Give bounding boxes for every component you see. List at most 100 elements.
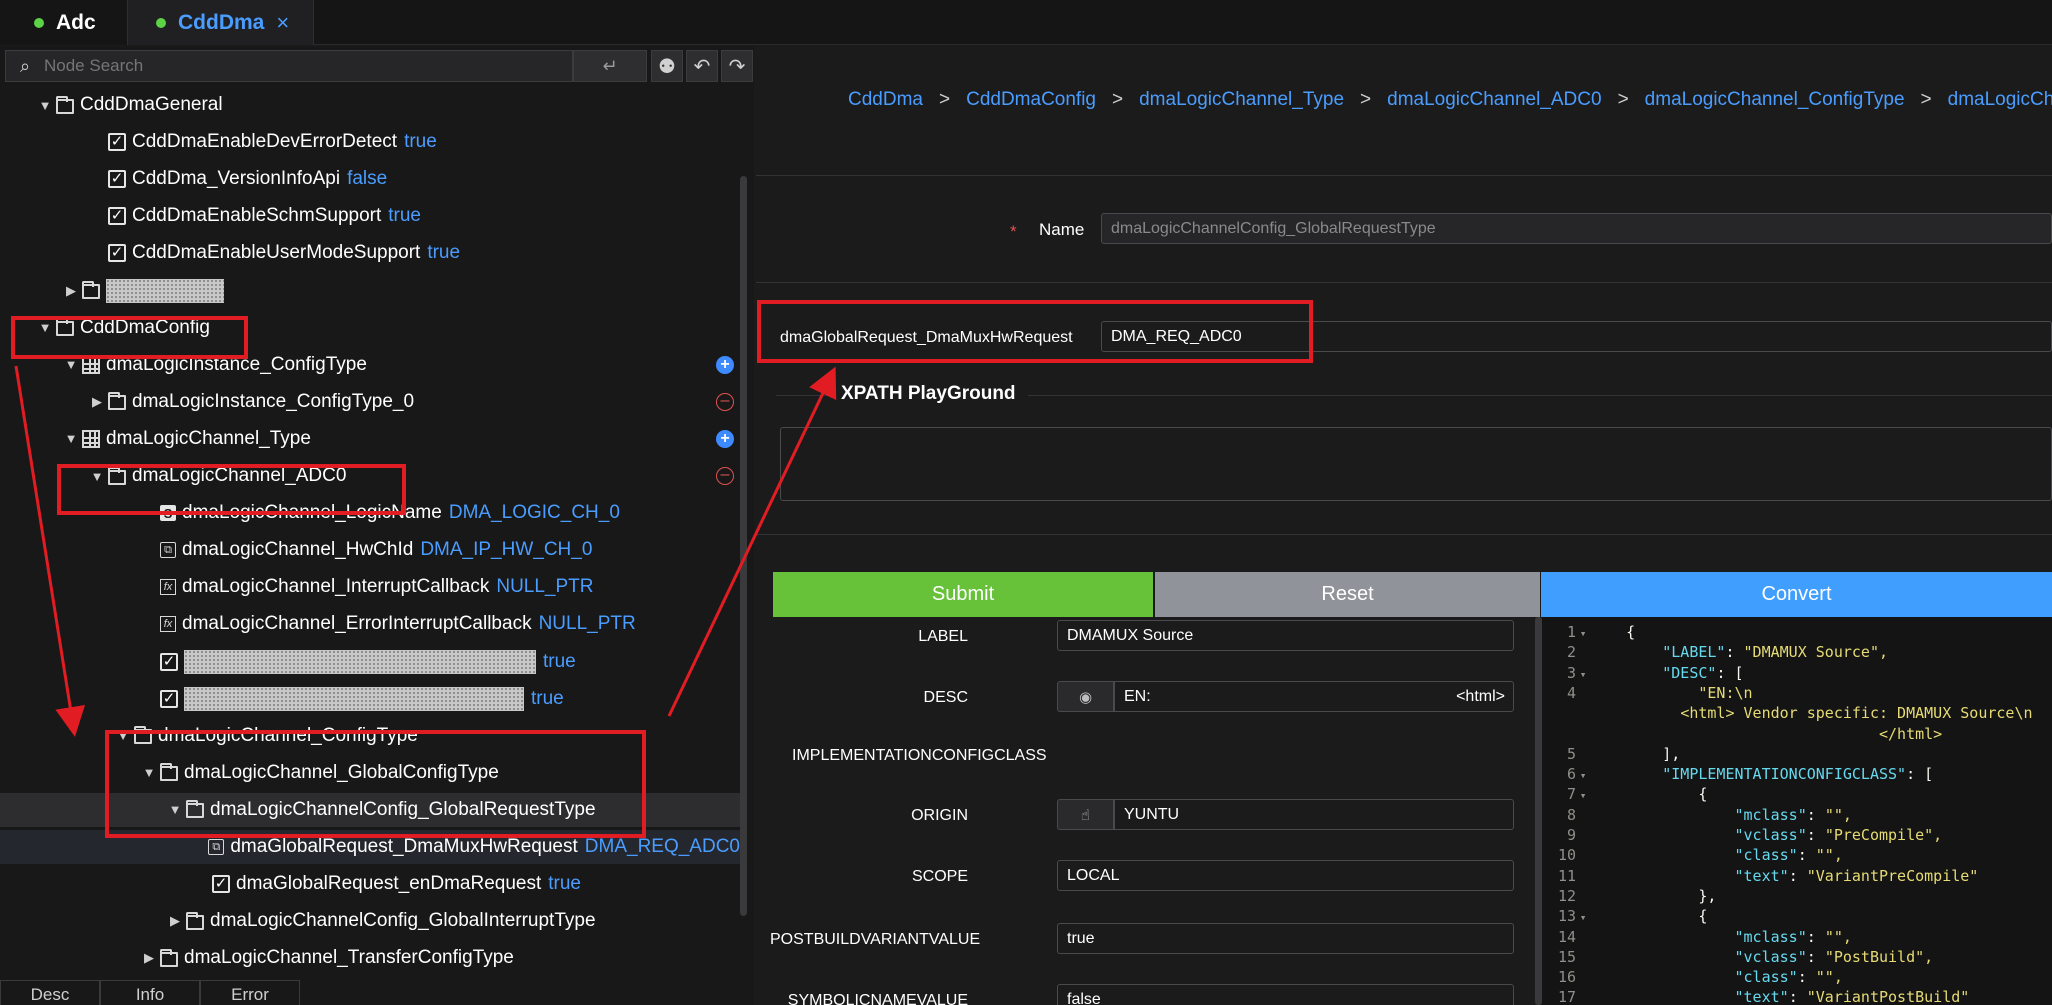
caret-right-icon[interactable]: ▶ bbox=[142, 950, 156, 966]
tree-node[interactable]: fx dmaLogicChannel_ErrorInterruptCallback… bbox=[0, 607, 740, 641]
folder-icon bbox=[56, 318, 74, 337]
remove-node-icon[interactable]: – bbox=[716, 467, 734, 485]
line-number: 7 bbox=[1566, 785, 1576, 804]
caret-down-icon[interactable]: ▼ bbox=[168, 802, 182, 817]
desc-preview-button[interactable]: ◉ bbox=[1057, 681, 1114, 712]
label-prop-name: LABEL bbox=[918, 628, 968, 645]
symbolic-name-prop-field[interactable]: false bbox=[1057, 984, 1514, 1005]
desc-prop-name: DESC bbox=[923, 689, 968, 706]
caret-down-icon[interactable]: ▼ bbox=[64, 431, 78, 446]
fold-toggle-icon[interactable]: ▾ bbox=[1576, 789, 1590, 802]
tree-node[interactable]: ✓ CddDma_VersionInfoApi false bbox=[0, 162, 740, 196]
tree-node[interactable]: ▶ bbox=[0, 274, 740, 308]
tree-node[interactable]: fx dmaLogicChannel_InterruptCallback NULL_… bbox=[0, 570, 740, 604]
tree-node[interactable]: ✓ CddDmaEnableDevErrorDetect true bbox=[0, 125, 740, 159]
tree-node[interactable]: ▶ dmaLogicChannelConfig_GlobalInterruptTy… bbox=[0, 904, 740, 938]
line-number: 8 bbox=[1566, 805, 1576, 824]
caret-down-icon[interactable]: ▼ bbox=[64, 357, 78, 372]
tree-scrollbar[interactable] bbox=[740, 176, 747, 916]
tree-node[interactable]: ✓ dmaGlobalRequest_enDmaRequest true bbox=[0, 867, 740, 901]
folder-icon bbox=[108, 392, 126, 411]
close-tab-icon[interactable]: × bbox=[276, 10, 289, 36]
checkbox-icon[interactable]: ✓ bbox=[108, 170, 126, 189]
tab-adc[interactable]: Adc bbox=[0, 0, 128, 45]
desc-prop-field[interactable]: EN: <html> bbox=[1114, 681, 1514, 712]
dmamux-hw-request-select[interactable]: DMA_REQ_ADC0 bbox=[1101, 321, 2052, 352]
caret-right-icon[interactable]: ▶ bbox=[64, 283, 78, 299]
caret-down-icon[interactable]: ▼ bbox=[90, 469, 104, 484]
remove-node-icon[interactable]: – bbox=[716, 392, 734, 411]
tree-node[interactable]: SdmaLogicChannel_LogicName DMA_LOGIC_CH_0 bbox=[0, 496, 740, 530]
tree-node[interactable]: ✓ CddDmaEnableSchmSupport true bbox=[0, 199, 740, 233]
tab-info[interactable]: Info bbox=[100, 980, 200, 1005]
node-tree-panel: ⌕ ↵ ⚉ ↶ ↷ ▼ CddDmaGeneral ✓ CddDmaEnableDev… bbox=[0, 46, 754, 1005]
scope-prop-field[interactable]: LOCAL bbox=[1057, 860, 1514, 891]
origin-prop-field[interactable]: YUNTU bbox=[1114, 799, 1514, 830]
fold-toggle-icon[interactable]: ▾ bbox=[1576, 769, 1590, 782]
convert-button[interactable]: Convert bbox=[1541, 572, 2052, 617]
checkbox-icon[interactable]: ✓ bbox=[108, 244, 126, 263]
reset-button[interactable]: Reset bbox=[1155, 572, 1540, 617]
breadcrumb-separator-icon: > bbox=[1920, 89, 1932, 110]
xpath-input[interactable] bbox=[780, 427, 2052, 501]
breadcrumb-item[interactable]: CddDmaConfig bbox=[966, 89, 1096, 110]
caret-down-icon[interactable]: ▼ bbox=[142, 765, 156, 780]
breadcrumb-item[interactable]: dmaLogicChannel_Type bbox=[1139, 89, 1344, 110]
tree-node[interactable]: ▶ dmaLogicInstance_ConfigType_0 – bbox=[0, 385, 740, 419]
pane-splitter[interactable] bbox=[1535, 617, 1542, 1005]
tree-node[interactable]: ▼ dmaLogicInstance_ConfigType + bbox=[0, 348, 740, 382]
undo-button[interactable]: ↶ bbox=[686, 50, 718, 82]
tree-node[interactable]: ⧉ dmaLogicChannel_HwChId DMA_IP_HW_CH_0 bbox=[0, 533, 740, 567]
tree-node[interactable]: ▼ dmaLogicChannel_GlobalConfigType bbox=[0, 756, 740, 790]
breadcrumb-item[interactable]: dmaLogicChannel_ADC0 bbox=[1387, 89, 1601, 110]
tree-node[interactable]: ▼ dmaLogicChannel_ADC0 – bbox=[0, 459, 740, 493]
breadcrumb-item[interactable]: dmaLogicChannel_GlobalConfigType bbox=[1948, 89, 2052, 110]
agent-button[interactable]: ⚉ bbox=[651, 50, 683, 82]
label-prop-field[interactable]: DMAMUX Source bbox=[1057, 620, 1514, 651]
tab-error[interactable]: Error bbox=[200, 980, 300, 1005]
bottom-tab-bar: Desc Info Error bbox=[0, 980, 300, 1005]
add-node-icon[interactable]: + bbox=[716, 429, 734, 448]
search-enter-button[interactable]: ↵ bbox=[573, 50, 647, 82]
caret-down-icon[interactable]: ▼ bbox=[116, 728, 130, 743]
breadcrumb-item[interactable]: CddDma bbox=[848, 89, 923, 110]
postbuild-variant-prop-field[interactable]: true bbox=[1057, 923, 1514, 954]
tree-node[interactable]: ▼ dmaLogicChannel_Type + bbox=[0, 422, 740, 456]
tree-node[interactable]: ▼ CddDmaConfig bbox=[0, 311, 740, 345]
checkbox-icon[interactable]: ✓ bbox=[160, 689, 178, 708]
tree-node[interactable]: ▼ CddDmaGeneral bbox=[0, 88, 740, 122]
caret-down-icon[interactable]: ▼ bbox=[38, 98, 52, 113]
breadcrumb-separator-icon: > bbox=[1360, 89, 1372, 110]
node-search-input[interactable] bbox=[44, 56, 564, 76]
caret-down-icon[interactable]: ▼ bbox=[38, 320, 52, 335]
submit-button[interactable]: Submit bbox=[773, 572, 1153, 617]
tab-cdddma[interactable]: CddDma × bbox=[128, 0, 314, 45]
tree-node[interactable]: ▼ dmaLogicChannel_ConfigType bbox=[0, 719, 740, 753]
checkbox-icon[interactable]: ✓ bbox=[160, 652, 178, 671]
fold-toggle-icon[interactable]: ▾ bbox=[1576, 911, 1590, 924]
tree-node[interactable]: ▼ dmaLogicChannelConfig_GlobalRequestType bbox=[0, 792, 740, 827]
breadcrumb-item[interactable]: dmaLogicChannel_ConfigType bbox=[1645, 89, 1905, 110]
add-node-icon[interactable]: + bbox=[716, 355, 734, 374]
caret-right-icon[interactable]: ▶ bbox=[168, 913, 182, 929]
fold-toggle-icon[interactable]: ▾ bbox=[1576, 627, 1590, 640]
tab-desc[interactable]: Desc bbox=[0, 980, 100, 1005]
checkbox-icon[interactable]: ✓ bbox=[108, 133, 126, 152]
fold-toggle-icon[interactable]: ▾ bbox=[1576, 668, 1590, 681]
tree-node[interactable]: ✓ true bbox=[0, 645, 740, 679]
json-code-view[interactable]: 1 ▾ {2 "LABEL": "DMAMUX Source", 3 ▾ "DESC"… bbox=[1542, 617, 2052, 1005]
tree-node[interactable]: ⧉ dmaGlobalRequest_DmaMuxHwRequest DMA_REQ… bbox=[0, 830, 740, 864]
checkbox-icon[interactable]: ✓ bbox=[212, 875, 230, 894]
tree-node-value: DMA_REQ_ADC0 bbox=[584, 836, 740, 857]
caret-right-icon[interactable]: ▶ bbox=[90, 394, 104, 410]
redo-button[interactable]: ↷ bbox=[721, 50, 753, 82]
tree-node[interactable]: ✓ true bbox=[0, 682, 740, 716]
code-line: 12 }, bbox=[1542, 887, 1717, 907]
tree-node[interactable]: ✓ CddDmaEnableUserModeSupport true bbox=[0, 236, 740, 270]
origin-pick-button[interactable]: ☝ bbox=[1057, 799, 1114, 830]
checkbox-icon[interactable]: ✓ bbox=[108, 207, 126, 226]
tree-node[interactable]: ▶ dmaLogicChannel_TransferConfigType bbox=[0, 941, 740, 968]
name-field[interactable]: dmaLogicChannelConfig_GlobalRequestType bbox=[1101, 213, 2052, 244]
